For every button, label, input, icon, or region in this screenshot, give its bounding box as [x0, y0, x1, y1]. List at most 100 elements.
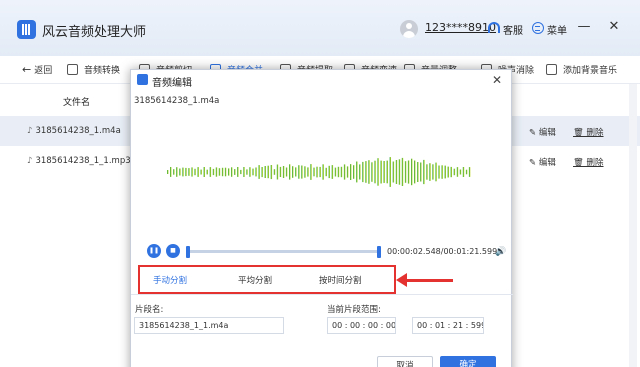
waveform-bar	[426, 164, 428, 180]
range-start-input[interactable]	[327, 317, 396, 334]
waveform-bar	[301, 165, 303, 179]
waveform-bar	[258, 165, 260, 179]
waveform-bar	[462, 167, 465, 177]
waveform-bar	[374, 160, 376, 184]
timeline-track[interactable]	[188, 250, 379, 253]
waveform-bar	[359, 164, 361, 180]
waveform-bar	[264, 166, 266, 178]
waveform-bar	[279, 166, 282, 177]
delete-button[interactable]: 🗑 删除	[573, 156, 604, 168]
scrollbar[interactable]	[629, 84, 637, 367]
confirm-button[interactable]: 确定	[440, 356, 496, 367]
waveform-bar	[252, 168, 254, 176]
waveform-bar	[331, 165, 334, 179]
cancel-button[interactable]: 取消	[377, 356, 433, 367]
waveform-bar	[221, 167, 224, 177]
waveform-bar	[423, 159, 425, 185]
waveform-bar	[270, 165, 273, 180]
waveform-bar	[197, 167, 199, 177]
waveform-bar	[340, 166, 343, 178]
delete-button[interactable]: 🗑 删除	[573, 126, 604, 138]
waveform-bar	[167, 170, 169, 174]
customer-service-button[interactable]: 客服	[503, 22, 523, 37]
waveform-bar	[438, 165, 440, 179]
range-start-handle[interactable]	[186, 246, 190, 258]
waveform-bar	[356, 161, 358, 183]
range-end-handle[interactable]	[377, 246, 381, 258]
waveform-bar	[273, 169, 276, 175]
back-button[interactable]: ← 返回	[22, 63, 52, 76]
waveform-bar	[468, 167, 471, 177]
back-arrow-icon: ←	[22, 63, 32, 76]
waveform[interactable]	[167, 152, 477, 192]
waveform-bar	[407, 160, 410, 184]
waveform-bar	[459, 169, 462, 175]
waveform-bar	[170, 167, 172, 177]
pause-button[interactable]: ❚❚	[147, 244, 161, 258]
waveform-bar	[185, 167, 187, 177]
app-logo-icon	[17, 20, 36, 39]
waveform-bar	[316, 166, 318, 178]
range-end-input[interactable]	[412, 317, 484, 334]
music-note-icon: ♪	[27, 126, 33, 136]
waveform-bar	[319, 166, 321, 178]
waveform-bar	[353, 165, 355, 179]
waveform-bar	[209, 167, 212, 177]
edit-button[interactable]: ✎ 编辑	[529, 156, 556, 168]
waveform-bar	[325, 167, 327, 177]
waveform-bar	[368, 160, 370, 184]
waveform-bar	[255, 167, 257, 177]
waveform-bar	[371, 162, 373, 182]
dialog-logo-icon	[137, 74, 148, 85]
waveform-bar	[392, 161, 395, 183]
waveform-bar	[282, 166, 285, 178]
waveform-bar	[343, 164, 346, 180]
tool-audio-convert[interactable]: 音频转换	[67, 63, 120, 76]
headset-icon[interactable]	[488, 22, 500, 33]
menu-icon[interactable]	[532, 22, 544, 34]
waveform-bar	[404, 161, 407, 183]
waveform-bar	[337, 166, 340, 178]
waveform-bar	[441, 165, 443, 179]
waveform-bar	[249, 167, 251, 177]
waveform-bar	[237, 167, 239, 177]
volume-icon[interactable]: 🔊	[495, 247, 506, 257]
waveform-bar	[346, 166, 349, 178]
waveform-bar	[234, 169, 236, 175]
convert-icon	[67, 64, 78, 75]
waveform-bar	[420, 162, 422, 182]
tool-add-bgm[interactable]: 添加背景音乐	[546, 63, 617, 76]
waveform-bar	[450, 166, 452, 178]
segment-name-input[interactable]	[134, 317, 284, 334]
waveform-bar	[228, 168, 230, 176]
waveform-bar	[362, 161, 364, 183]
file-name: 3185614238_1.m4a	[35, 126, 121, 136]
waveform-bar	[453, 168, 456, 176]
waveform-bar	[389, 157, 391, 187]
waveform-bar	[212, 168, 215, 176]
menu-button[interactable]: 菜单	[547, 22, 567, 37]
waveform-bar	[304, 166, 306, 178]
waveform-bar	[398, 159, 401, 185]
segment-range-label: 当前片段范围:	[327, 305, 381, 315]
waveform-bar	[261, 167, 263, 178]
waveform-bar	[432, 164, 434, 180]
annotation-arrow	[405, 279, 453, 282]
tabs-divider	[131, 294, 513, 295]
stop-button[interactable]: ■	[166, 244, 180, 258]
waveform-bar	[447, 166, 449, 178]
waveform-bar	[386, 160, 388, 184]
waveform-bar	[179, 168, 181, 176]
waveform-bar	[292, 166, 294, 178]
waveform-bar	[414, 160, 416, 184]
close-icon[interactable]: ✕	[492, 73, 502, 87]
waveform-bar	[246, 169, 248, 175]
edit-button[interactable]: ✎ 编辑	[529, 126, 556, 138]
waveform-bar	[173, 169, 175, 175]
waveform-bar	[176, 167, 178, 177]
waveform-bar	[377, 158, 379, 186]
user-avatar[interactable]	[400, 20, 418, 38]
user-account-link[interactable]: 123****8910	[425, 21, 496, 34]
minimize-button[interactable]: —	[576, 19, 592, 35]
close-window-button[interactable]: ✕	[606, 19, 622, 35]
